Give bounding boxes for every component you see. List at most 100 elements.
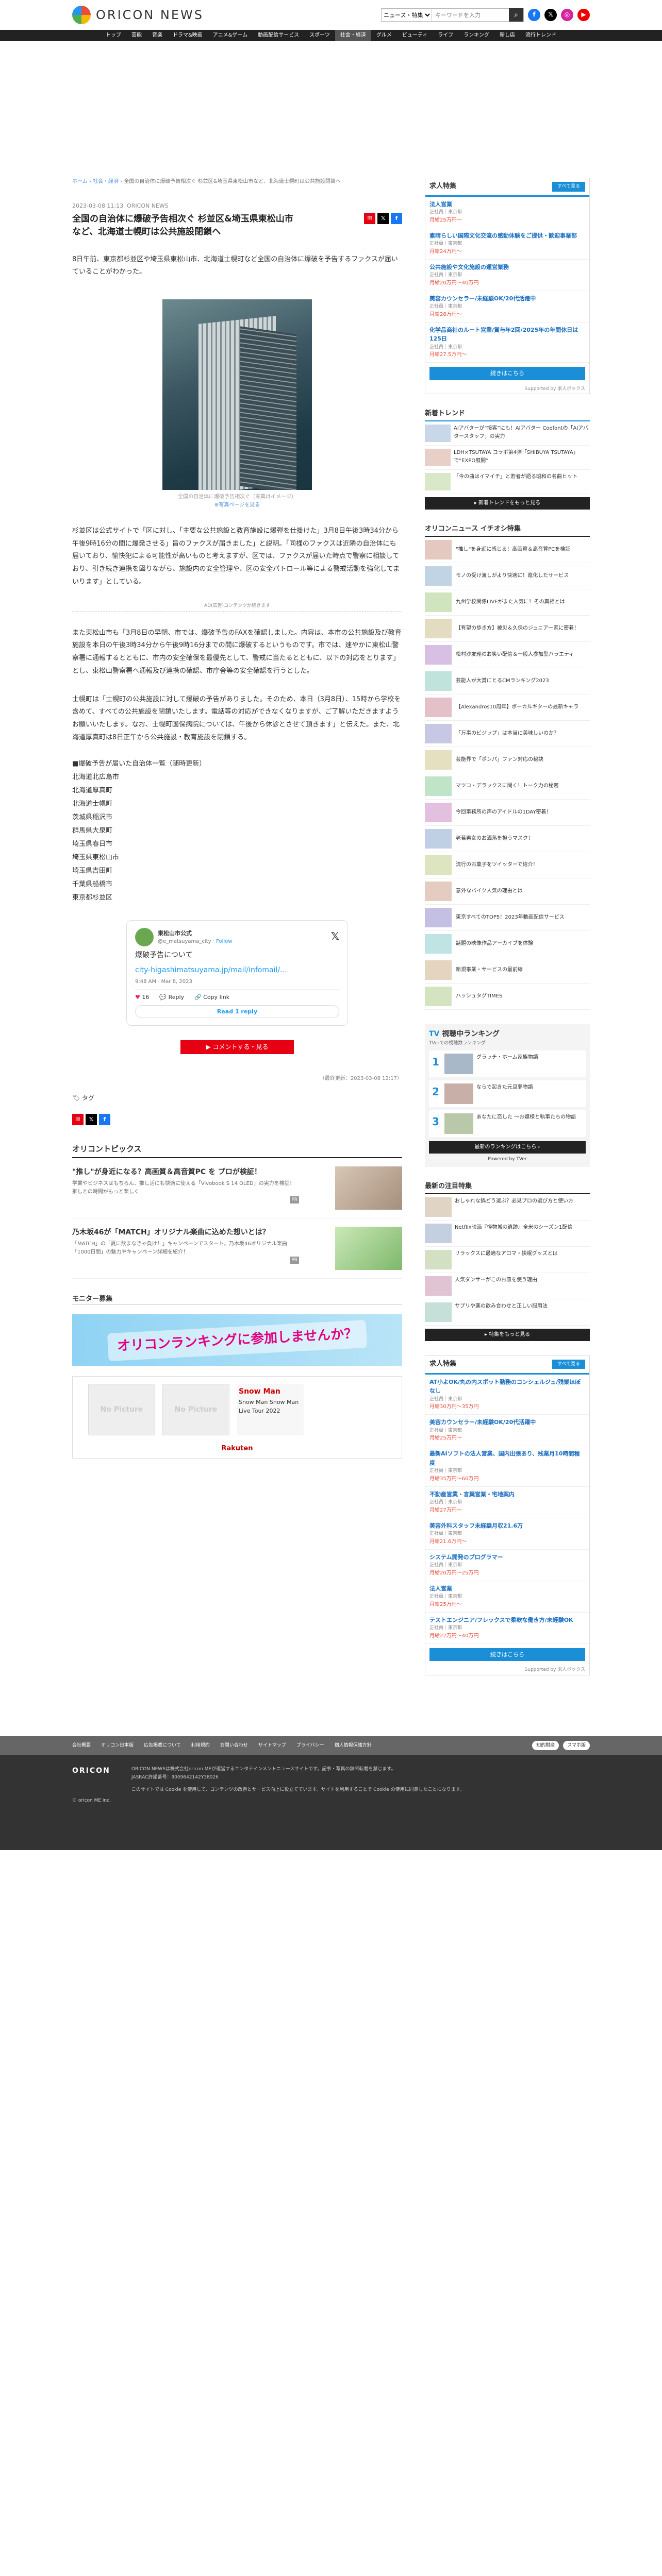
job-item[interactable]: テストエンジニア/フレックスで柔軟な働き方/未経験OK 正社員｜東京都 月給22万円… [425,1613,589,1644]
footer-link[interactable]: オリコン日本版 [101,1742,134,1749]
nav-item[interactable]: アニメ&ゲーム [208,30,253,41]
nav-item[interactable]: ビューティ [397,30,433,41]
footer-link[interactable]: 会社概要 [72,1742,91,1749]
like-button[interactable]: ♥ 16 [135,993,149,1002]
feature-item[interactable]: 東京すべてのTOP5！2023年動画配信サービス [425,905,590,931]
tweet-link[interactable]: city-higashimatsuyama.jp/mail/infomail/… [135,964,339,976]
jobs-more-button[interactable]: 続きはこちら [429,367,585,380]
feature-item[interactable]: 【Alexandros10周年】ボーカルギターの最新キャラ [425,694,590,721]
job-item[interactable]: システム開発のプログラマー 正社員｜東京都 月給20万円〜25万円 [425,1550,589,1581]
tv-item[interactable]: 1 グラッチ・ホーム家族物語 [429,1050,586,1077]
trend-item[interactable]: AIアバターが“接客”にも！AIアバター Coefontの「AIアバタースタッフ… [425,421,590,446]
job-item[interactable]: 法人営業 正社員｜東京都 月給25万円〜 [425,1581,589,1613]
notice-item[interactable]: 人気ダンサーがこのお皿を使う理由 [425,1273,590,1299]
footer-button[interactable]: 知的財産 [532,1740,559,1750]
job-item[interactable]: 不動産営業・言葉営業・宅地案内 正社員｜東京都 月給27万円〜 [425,1487,589,1518]
job-item[interactable]: 公共施設や文化施設の運営業務 正社員｜東京都 月給20万円〜40万円 [425,260,589,291]
read-reply-button[interactable]: Read 1 reply [135,1005,339,1019]
trend-item[interactable]: LDH×TSUTAYA コラボ第4弾「SHIBUYA TSUTAYA」で“EXP… [425,446,590,470]
feature-item[interactable]: 話題の映像作品アーカイブを体験 [425,931,590,957]
follow-link[interactable]: Follow [216,939,232,944]
article-photo[interactable] [162,299,312,490]
x-icon[interactable]: 𝕏 [544,9,557,21]
nav-item[interactable]: ドラマ&映画 [168,30,208,41]
feature-item[interactable]: 【有望の歩き方】被災＆久保のジュニア一家に密着！ [425,616,590,642]
feature-item[interactable]: 新規事業・サービスの最前線 [425,957,590,984]
nav-item[interactable]: 動画配信サービス [253,30,304,41]
feature-item[interactable]: 老若男女のお洒落を担うマスク！ [425,826,590,852]
feature-item[interactable]: 芸能界で「ポンパ」ファン対応の秘訣 [425,747,590,773]
trend-more-button[interactable]: ▸ 新着トレンドをもっと見る [425,497,590,510]
reply-button[interactable]: 💬 Reply [159,993,184,1002]
search-icon[interactable]: ⌕ [509,8,523,22]
monitor-banner[interactable]: オリコンランキングに参加しませんか？ [72,1314,402,1366]
nav-item[interactable]: ランキング [458,30,494,41]
footer-logo[interactable]: ORICON [72,1765,111,1776]
bookmark-icon[interactable]: ✉ [364,212,375,224]
nav-item[interactable]: 芸能 [126,30,147,41]
breadcrumb-category[interactable]: 社会・経済 [93,179,119,184]
footer-link[interactable]: プライバシー [296,1742,324,1749]
search-input[interactable] [432,9,509,21]
job-item[interactable]: 美容カウンセラー/未経験OK/20代活躍中 正社員｜東京都 月給28万円〜 [425,291,589,323]
footer-link[interactable]: サイトマップ [258,1742,286,1749]
notice-item[interactable]: サプリや薬の飲み合わせと正しい服用法 [425,1299,590,1326]
feature-item[interactable]: 「万事のビジップ」は本当に美味しいのか？ [425,721,590,747]
feature-item[interactable]: ハッシュタグTIMES [425,984,590,1010]
breadcrumb-home[interactable]: ホーム [72,179,88,184]
x-icon[interactable]: 𝕏 [331,928,339,946]
jobs-all-button[interactable]: すべて見る [552,1360,585,1369]
copy-link-button[interactable]: 🔗 Copy link [194,993,229,1002]
topic-item[interactable]: 乃木坂46が「MATCH」オリジナル楽曲に込めた想いとは？ 「MATCH」の「夏… [72,1218,402,1279]
footer-link[interactable]: 広告掲載について [144,1742,181,1749]
feature-item[interactable]: 芸能人が大賞にとるCMランキング2023 [425,668,590,694]
notice-more-button[interactable]: ▸ 特集をもっと見る [425,1328,590,1341]
product-snowman[interactable]: Snow Man Snow Man Snow Man Live Tour 202… [237,1384,304,1436]
rakuten-logo[interactable]: Rakuten [222,1444,253,1454]
feature-item[interactable]: 今回事務所の声のアイドルの1DAY密着！ [425,800,590,826]
job-item[interactable]: 美容カウンセラー/未経験OK/20代活躍中 正社員｜東京都 月給25万円〜 [425,1415,589,1447]
instagram-icon[interactable]: ◎ [561,9,573,21]
nav-item[interactable]: トップ [101,30,126,41]
feature-item[interactable]: 流行のお菓子をツイッターで紹介！ [425,852,590,878]
feature-item[interactable]: モノの受け渡しがより快適に！進化したサービス [425,563,590,589]
search-category-select[interactable]: ニュース・特集 [382,9,432,21]
tweet-time[interactable]: 9:48 AM · Mar 8, 2023 [135,978,339,990]
tweet-user[interactable]: 東松山市公式 @e_matsuyama_city · Follow [135,928,232,947]
job-item[interactable]: 化学品商社のルート営業/賞与年2回/2025年の年間休日は125日 正社員｜東京都… [425,323,589,363]
notice-item[interactable]: リラックスに最適なアロマ・快眠グッズとは [425,1247,590,1273]
footer-link[interactable]: お問い合わせ [220,1742,248,1749]
nav-item[interactable]: ライフ [433,30,458,41]
job-item[interactable]: 法人営業 正社員｜東京都 月給25万円〜 [425,197,589,228]
notice-item[interactable]: おしゃれな鍋どう選ぶ？必見プロの選び方と使い方 [425,1194,590,1221]
youtube-icon[interactable]: ▶ [577,9,590,21]
job-item[interactable]: AT小よOK/丸の内スポット勤務のコンシェルジュ/残業ほぼなし 正社員｜東京都 月給… [425,1375,589,1415]
footer-link[interactable]: 個人情報保護方針 [335,1742,372,1749]
job-item[interactable]: 美容外科スタッフ未経験月収21.6万 正社員｜東京都 月給21.6万円〜 [425,1518,589,1550]
topic-item[interactable]: "推し"が身近になる？高画質＆高音質PC を プロが検証！ 学業やビジネスはもち… [72,1158,402,1218]
nav-item[interactable]: スポーツ [304,30,335,41]
x-share-icon[interactable]: 𝕏 [377,212,389,224]
comment-button[interactable]: ▶ コメントする・見る [180,1040,294,1055]
nav-item[interactable]: 新し店 [494,30,520,41]
footer-button[interactable]: スマホ版 [563,1740,590,1750]
photo-page-link[interactable]: ⊕写真ページを見る [72,501,402,510]
product-image[interactable]: No Picture [162,1384,229,1436]
tv-item[interactable]: 3 あなたに恋した ～お嬢様と執事たちの物語 [429,1110,586,1137]
trend-item[interactable]: 「今の曲はイマイチ」と若者が語る昭和の名曲ヒット [425,470,590,495]
nav-item[interactable]: 流行トレンド [520,30,561,41]
feature-item[interactable]: "推し"を身近に感じる！高画質＆高音質PCを検証 [425,537,590,563]
footer-link[interactable]: 利用規約 [191,1742,210,1749]
feature-item[interactable]: 松村沙友理のお笑い配信＆一般人参加型バラエティ [425,642,590,668]
tv-item[interactable]: 2 ならで起きた元旦夢物語 [429,1080,586,1107]
oricon-logo[interactable]: ORICON NEWS [72,5,204,25]
facebook-share-icon[interactable]: f [99,1113,110,1125]
nav-item[interactable]: 音楽 [147,30,168,41]
job-item[interactable]: 最新AIソフトの法人営業、国内出張あり、残業月10時間程度 正社員｜東京都 月給35… [425,1446,589,1487]
nav-item-active[interactable]: 社会・経済 [335,30,371,41]
facebook-icon[interactable]: f [528,9,540,21]
facebook-share-icon[interactable]: f [391,212,402,224]
nav-item[interactable]: グルメ [371,30,397,41]
x-share-icon[interactable]: 𝕏 [86,1113,97,1125]
jobs-all-button[interactable]: すべて見る [552,182,585,192]
